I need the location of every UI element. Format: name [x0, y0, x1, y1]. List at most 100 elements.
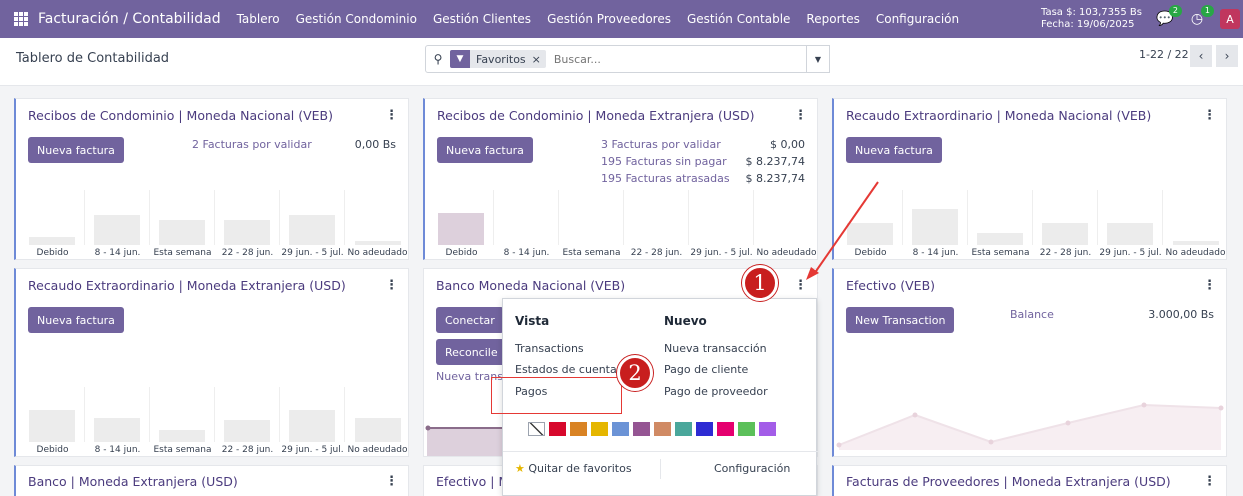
- journal-card-condominio-usd: Recibos de Condominio | Moneda Extranjer…: [423, 98, 818, 260]
- bar-debido[interactable]: [438, 213, 484, 245]
- card-title[interactable]: Banco | Moneda Extranjera (USD): [28, 474, 238, 489]
- color-swatch-salmon[interactable]: [654, 422, 671, 436]
- bar-22-28[interactable]: [1042, 223, 1088, 245]
- aging-label: Esta semana: [153, 445, 212, 455]
- aging-label: 29 jun. - 5 jul.: [281, 445, 344, 455]
- color-swatch-green[interactable]: [738, 422, 755, 436]
- aging-label: 29 jun. - 5 jul.: [281, 248, 344, 258]
- search-bar[interactable]: ⚲ ▼ Favoritos ×: [425, 45, 807, 73]
- facet-remove-icon[interactable]: ×: [532, 53, 546, 66]
- bar-esta-semana[interactable]: [159, 220, 205, 245]
- menu-tablero[interactable]: Tablero: [237, 12, 280, 26]
- invoices-to-validate-link[interactable]: 2 Facturas por validar: [192, 138, 312, 151]
- card-title[interactable]: Recibos de Condominio | Moneda Nacional …: [28, 108, 333, 123]
- bar-debido[interactable]: [29, 237, 75, 245]
- color-swatch-yellow[interactable]: [591, 422, 608, 436]
- card-menu-icon[interactable]: ⋮: [794, 108, 807, 123]
- card-title[interactable]: Banco Moneda Nacional (VEB): [436, 278, 625, 293]
- aging-bar-chart: [838, 190, 1226, 245]
- color-swatch-violet[interactable]: [759, 422, 776, 436]
- bar-29-5[interactable]: [1107, 223, 1153, 245]
- new-invoice-button[interactable]: Nueva factura: [846, 137, 942, 163]
- menu-gestion-clientes[interactable]: Gestión Clientes: [433, 12, 531, 26]
- bar-29-5[interactable]: [289, 410, 335, 442]
- late-invoices-link[interactable]: 195 Facturas atrasadas: [601, 172, 730, 185]
- color-swatch-red[interactable]: [549, 422, 566, 436]
- new-invoice-button[interactable]: Nueva factura: [28, 307, 124, 333]
- pager-value[interactable]: 1-22 / 22: [1139, 48, 1189, 61]
- bar-8-14[interactable]: [912, 209, 958, 245]
- search-input[interactable]: [553, 52, 794, 66]
- color-swatch-blue[interactable]: [696, 422, 713, 436]
- card-title[interactable]: Facturas de Proveedores | Moneda Extranj…: [846, 474, 1171, 489]
- new-transaction-button[interactable]: New Transaction: [846, 307, 955, 333]
- top-navbar: Facturación / Contabilidad Tablero Gesti…: [0, 0, 1243, 38]
- app-brand[interactable]: Facturación / Contabilidad: [38, 11, 221, 27]
- aging-label: No adeudado: [347, 248, 408, 258]
- card-title[interactable]: Recibos de Condominio | Moneda Extranjer…: [437, 108, 755, 123]
- menu-gestion-condominio[interactable]: Gestión Condominio: [296, 12, 417, 26]
- journal-card-efectivo-veb: Efectivo (VEB) ⋮ New Transaction Balance…: [832, 268, 1227, 457]
- balance-label[interactable]: Balance: [1010, 308, 1054, 321]
- vista-header: Vista: [515, 314, 550, 328]
- journal-card-proveedores-usd: Facturas de Proveedores | Moneda Extranj…: [832, 465, 1227, 496]
- unpaid-invoices-link[interactable]: 195 Facturas sin pagar: [601, 155, 727, 168]
- card-menu-icon[interactable]: ⋮: [385, 474, 398, 489]
- pager-next-button[interactable]: ›: [1216, 45, 1238, 67]
- nuevo-pago-cliente[interactable]: Pago de cliente: [664, 363, 748, 376]
- aging-bar-chart: [429, 190, 817, 245]
- card-title[interactable]: Efectivo | M: [436, 474, 509, 489]
- invoices-to-validate-link[interactable]: 3 Facturas por validar: [601, 138, 721, 151]
- card-menu-icon[interactable]: ⋮: [385, 278, 398, 293]
- apps-menu-icon[interactable]: [14, 12, 28, 26]
- search-options-toggle[interactable]: ▼: [807, 45, 830, 73]
- menu-configuracion[interactable]: Configuración: [876, 12, 959, 26]
- bar-no-adeudado[interactable]: [1172, 241, 1219, 245]
- new-invoice-button[interactable]: Nueva factura: [28, 137, 124, 163]
- bar-8-14[interactable]: [94, 418, 140, 442]
- color-swatch-light-blue[interactable]: [612, 422, 629, 436]
- activities-button[interactable]: ◷ 1: [1188, 5, 1214, 28]
- journal-card-condominio-veb: Recibos de Condominio | Moneda Nacional …: [14, 98, 409, 260]
- color-swatch-orange[interactable]: [570, 422, 587, 436]
- menu-gestion-proveedores[interactable]: Gestión Proveedores: [547, 12, 671, 26]
- color-swatch-pink[interactable]: [717, 422, 734, 436]
- divider: [660, 459, 661, 479]
- bar-esta-semana[interactable]: [159, 430, 205, 442]
- color-swatch-none[interactable]: [528, 422, 545, 436]
- bar-no-adeudado[interactable]: [354, 241, 401, 245]
- bar-debido[interactable]: [29, 410, 75, 442]
- new-invoice-button[interactable]: Nueva factura: [437, 137, 533, 163]
- card-title[interactable]: Recaudo Extraordinario | Moneda Extranje…: [28, 278, 346, 293]
- nuevo-transaccion[interactable]: Nueva transacción: [664, 342, 767, 355]
- aging-label: Esta semana: [153, 248, 212, 258]
- vista-estados-de-cuenta[interactable]: Estados de cuenta: [515, 363, 617, 376]
- card-menu-icon[interactable]: ⋮: [385, 108, 398, 123]
- user-avatar[interactable]: A: [1220, 9, 1240, 29]
- bar-esta-semana[interactable]: [977, 233, 1023, 245]
- card-menu-icon[interactable]: ⋮: [1203, 474, 1216, 489]
- bar-no-adeudado[interactable]: [354, 418, 401, 442]
- connect-button[interactable]: Conectar: [436, 307, 504, 333]
- configuration-button[interactable]: Configuración: [714, 462, 790, 475]
- pager-previous-button[interactable]: ‹: [1190, 45, 1212, 67]
- nuevo-pago-proveedor[interactable]: Pago de proveedor: [664, 385, 768, 398]
- bar-22-28[interactable]: [224, 220, 270, 245]
- color-swatch-purple[interactable]: [633, 422, 650, 436]
- color-swatch-teal[interactable]: [675, 422, 692, 436]
- bar-22-28[interactable]: [224, 420, 270, 442]
- card-menu-icon[interactable]: ⋮: [1203, 278, 1216, 293]
- annotation-marker-1: 1: [742, 265, 778, 301]
- menu-reportes[interactable]: Reportes: [806, 12, 859, 26]
- vista-transactions[interactable]: Transactions: [515, 342, 584, 355]
- menu-gestion-contable[interactable]: Gestión Contable: [687, 12, 790, 26]
- divider: [503, 451, 818, 452]
- remove-favorite-button[interactable]: ★ Quitar de favoritos: [515, 462, 632, 475]
- bar-29-5[interactable]: [289, 215, 335, 245]
- card-menu-icon[interactable]: ⋮: [1203, 108, 1216, 123]
- messages-button[interactable]: 💬 2: [1156, 5, 1182, 28]
- card-title[interactable]: Recaudo Extraordinario | Moneda Nacional…: [846, 108, 1151, 123]
- bar-8-14[interactable]: [94, 215, 140, 245]
- favorites-facet[interactable]: ▼ Favoritos ×: [450, 50, 546, 68]
- cash-line-chart: [836, 402, 1224, 450]
